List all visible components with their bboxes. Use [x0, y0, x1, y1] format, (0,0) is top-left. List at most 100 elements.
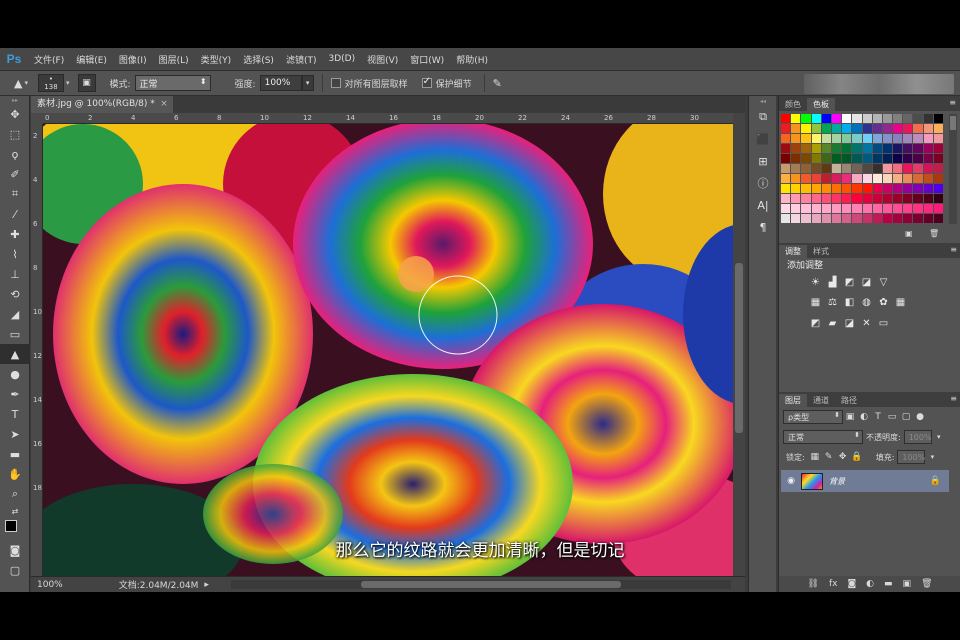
swatch-cell[interactable]	[872, 214, 882, 223]
swatch-cell[interactable]	[893, 114, 903, 123]
foreground-color-swatch[interactable]	[5, 520, 17, 532]
menu-window[interactable]: 窗口(W)	[404, 53, 450, 66]
gradient-tool-icon[interactable]: ▭	[0, 324, 30, 344]
workspace-switcher-blurred[interactable]	[804, 74, 954, 94]
swatch-cell[interactable]	[791, 174, 801, 183]
swatch-cell[interactable]	[821, 114, 831, 123]
swatch-cell[interactable]	[862, 184, 872, 193]
swatch-cell[interactable]	[913, 174, 923, 183]
actions-panel-icon[interactable]: ⬛	[749, 128, 777, 150]
tab-channels[interactable]: 通道	[807, 394, 835, 407]
channel-mixer-icon[interactable]: ✿	[877, 296, 890, 308]
swatch-cell[interactable]	[882, 184, 893, 193]
photo-filter-icon[interactable]: ◍	[860, 296, 873, 308]
swatch-cell[interactable]	[923, 164, 933, 173]
marquee-tool-icon[interactable]: ⬚	[0, 124, 30, 144]
opacity-input[interactable]: 100%	[903, 430, 932, 444]
swatch-cell[interactable]	[903, 194, 913, 203]
swatch-cell[interactable]	[882, 194, 893, 203]
mode-select[interactable]: 正常 ⬍	[134, 75, 211, 91]
swatch-cell[interactable]	[862, 124, 872, 133]
swatch-cell[interactable]	[781, 154, 791, 163]
swatch-cell[interactable]	[872, 204, 882, 213]
swatch-cell[interactable]	[872, 124, 882, 133]
swatch-cell[interactable]	[801, 194, 811, 203]
filter-smart-icon[interactable]: ▢	[899, 412, 913, 422]
swatch-cell[interactable]	[801, 154, 811, 163]
swatch-cell[interactable]	[872, 134, 882, 143]
swatch-cell[interactable]	[862, 204, 872, 213]
swatch-cell[interactable]	[913, 164, 923, 173]
swatch-cell[interactable]	[781, 174, 791, 183]
move-tool-icon[interactable]: ✥	[0, 104, 30, 124]
layer-filter-select[interactable]: ρ类型 ⬍	[783, 410, 843, 424]
swatch-cell[interactable]	[893, 194, 903, 203]
scroll-thumb[interactable]	[361, 581, 621, 588]
swatch-cell[interactable]	[781, 114, 791, 123]
swatch-cell[interactable]	[811, 134, 821, 143]
document-tab[interactable]: 素材.jpg @ 100%(RGB/8) * ×	[31, 96, 173, 113]
swatch-cell[interactable]	[791, 184, 801, 193]
swatch-cell[interactable]	[893, 144, 903, 153]
swatch-cell[interactable]	[893, 154, 903, 163]
tab-swatches[interactable]: 色板	[807, 98, 835, 111]
menu-view[interactable]: 视图(V)	[361, 53, 404, 66]
selective-color-icon[interactable]: ✕	[860, 317, 873, 329]
swatch-cell[interactable]	[882, 114, 893, 123]
hue-saturation-icon[interactable]: ▦	[809, 296, 822, 308]
filter-pixel-icon[interactable]: ▣	[843, 412, 857, 422]
swatch-cell[interactable]	[903, 184, 913, 193]
filter-shape-icon[interactable]: ▭	[885, 412, 899, 422]
swatch-cell[interactable]	[801, 144, 811, 153]
swatch-grid[interactable]	[781, 114, 943, 224]
swatch-cell[interactable]	[852, 194, 862, 203]
lock-transparent-icon[interactable]: ▦	[808, 452, 822, 462]
swatch-cell[interactable]	[882, 154, 893, 163]
swatch-cell[interactable]	[791, 204, 801, 213]
swatch-cell[interactable]	[852, 124, 862, 133]
vertical-ruler[interactable]: 2 4 6 8 10 12 14 16 18	[31, 124, 43, 576]
swatch-cell[interactable]	[933, 174, 943, 183]
swatch-cell[interactable]	[791, 114, 801, 123]
swatch-cell[interactable]	[842, 204, 852, 213]
tab-paths[interactable]: 路径	[835, 394, 863, 407]
fill-input[interactable]: 100%	[897, 450, 926, 464]
swatch-cell[interactable]	[801, 114, 811, 123]
swatch-cell[interactable]	[882, 134, 893, 143]
swatch-cell[interactable]	[862, 174, 872, 183]
swatch-cell[interactable]	[831, 134, 842, 143]
lock-pixels-icon[interactable]: ✎	[822, 452, 836, 462]
swap-colors-icon[interactable]: ⇄	[0, 504, 30, 518]
swatch-cell[interactable]	[862, 134, 872, 143]
swatch-cell[interactable]	[872, 114, 882, 123]
layer-name[interactable]: 背景	[829, 476, 845, 487]
swatch-cell[interactable]	[781, 164, 791, 173]
swatch-cell[interactable]	[842, 184, 852, 193]
swatch-cell[interactable]	[913, 184, 923, 193]
panel-menu-icon[interactable]: ≡	[949, 98, 956, 107]
close-tab-icon[interactable]: ×	[160, 96, 168, 113]
sharpen-tool-icon-active[interactable]: ▲	[0, 344, 30, 364]
panel-menu-icon[interactable]: ≡	[950, 394, 957, 403]
pressure-brush-icon[interactable]: ✎	[493, 77, 502, 90]
paragraph-panel-icon[interactable]: ¶	[749, 216, 777, 238]
swatch-cell[interactable]	[801, 184, 811, 193]
color-swatches[interactable]	[0, 518, 30, 540]
swatch-cell[interactable]	[923, 124, 933, 133]
swatch-cell[interactable]	[923, 144, 933, 153]
zoom-level[interactable]: 100%	[37, 580, 63, 590]
healing-tool-icon[interactable]: ✚	[0, 224, 30, 244]
swatch-cell[interactable]	[882, 144, 893, 153]
swatch-cell[interactable]	[781, 124, 791, 133]
swatch-cell[interactable]	[913, 144, 923, 153]
swatch-cell[interactable]	[872, 164, 882, 173]
swatch-cell[interactable]	[893, 204, 903, 213]
swatch-cell[interactable]	[791, 134, 801, 143]
tab-styles[interactable]: 样式	[807, 245, 835, 258]
swatch-cell[interactable]	[811, 174, 821, 183]
swatch-cell[interactable]	[872, 184, 882, 193]
hand-tool-icon[interactable]: ✋	[0, 464, 30, 484]
swatch-cell[interactable]	[933, 184, 943, 193]
swatch-cell[interactable]	[811, 184, 821, 193]
swatch-cell[interactable]	[781, 134, 791, 143]
